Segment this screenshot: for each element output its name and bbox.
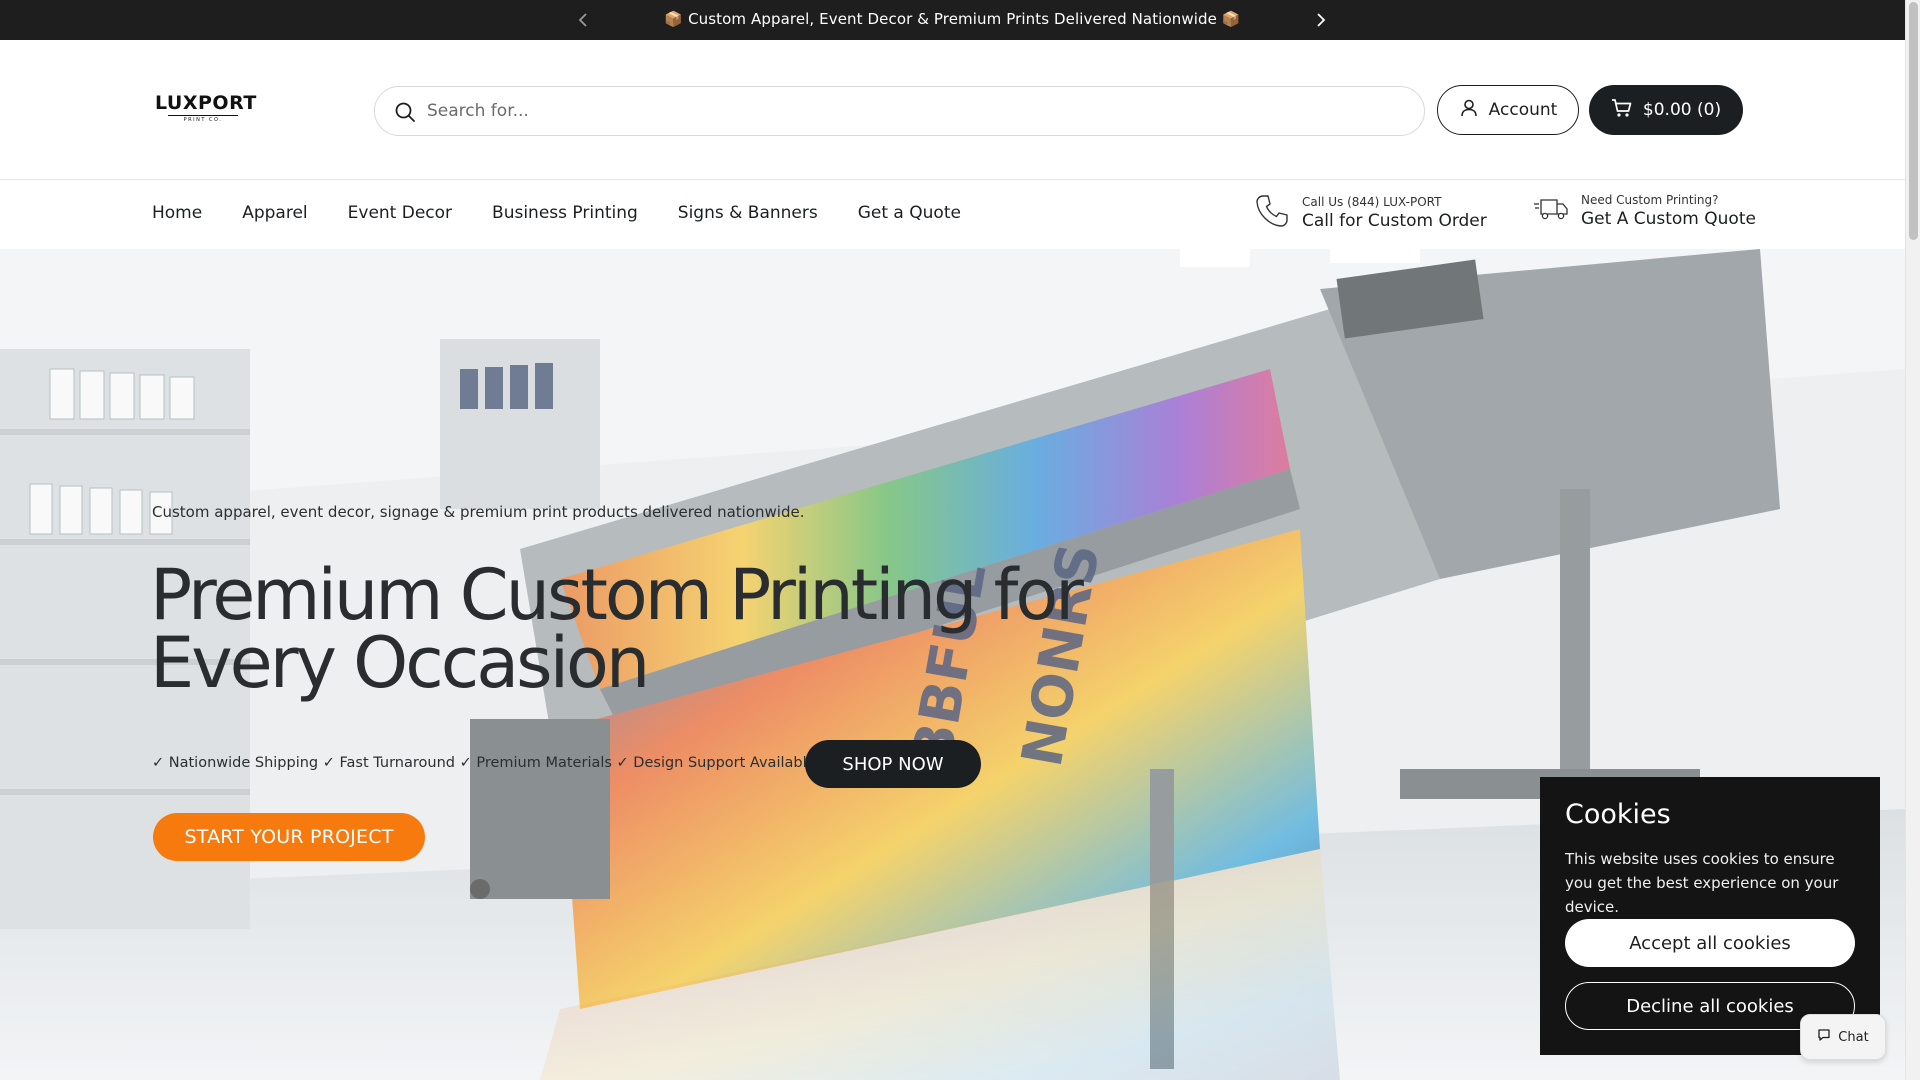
start-your-project-button[interactable]: START YOUR PROJECT bbox=[153, 813, 425, 861]
chat-button[interactable]: Chat bbox=[1800, 1014, 1886, 1060]
shop-now-button[interactable]: SHOP NOW bbox=[805, 740, 981, 788]
nav-links: Home Apparel Event Decor Business Printi… bbox=[152, 203, 1001, 223]
site-header: LUXPORT PRINT CO. Account $0.00 (0) bbox=[0, 40, 1905, 180]
hero-tagline: Custom apparel, event decor, signage & p… bbox=[152, 503, 805, 521]
delivery-truck-icon bbox=[1533, 195, 1569, 227]
announcement-text: 📦 Custom Apparel, Event Decor & Premium … bbox=[664, 10, 1241, 28]
nav-link-home[interactable]: Home bbox=[152, 203, 202, 223]
main-nav: Home Apparel Event Decor Business Printi… bbox=[0, 181, 1905, 249]
user-icon bbox=[1459, 98, 1479, 123]
phone-icon bbox=[1254, 193, 1290, 233]
scrollbar-thumb[interactable] bbox=[1909, 2, 1918, 240]
nav-link-apparel[interactable]: Apparel bbox=[242, 203, 307, 223]
nav-link-event-decor[interactable]: Event Decor bbox=[348, 203, 452, 223]
hero-features: ✓ Nationwide Shipping ✓ Fast Turnaround … bbox=[152, 755, 816, 771]
phone-number-text: Call Us (844) LUX-PORT bbox=[1302, 195, 1442, 209]
logo[interactable]: LUXPORT PRINT CO. bbox=[155, 92, 257, 123]
chat-bubble-icon bbox=[1817, 1028, 1831, 1046]
hero-title: Premium Custom Printing for Every Occasi… bbox=[150, 554, 1084, 704]
nav-link-signs-banners[interactable]: Signs & Banners bbox=[678, 203, 818, 223]
search-bar[interactable] bbox=[374, 86, 1425, 136]
page-scrollbar[interactable] bbox=[1905, 0, 1920, 1080]
cookie-title: Cookies bbox=[1565, 799, 1671, 830]
account-button[interactable]: Account bbox=[1437, 85, 1579, 135]
chat-label: Chat bbox=[1838, 1029, 1869, 1045]
nav-link-business-printing[interactable]: Business Printing bbox=[492, 203, 638, 223]
cart-total: $0.00 (0) bbox=[1642, 100, 1722, 120]
call-for-custom-order[interactable]: Call Us (844) LUX-PORT Call for Custom O… bbox=[1254, 193, 1487, 233]
logo-wordmark: LUXPORT bbox=[155, 92, 257, 114]
search-input[interactable] bbox=[427, 97, 1377, 125]
logo-subtext: PRINT CO. bbox=[168, 115, 238, 123]
account-label: Account bbox=[1488, 100, 1558, 120]
accept-cookies-button[interactable]: Accept all cookies bbox=[1565, 919, 1855, 967]
search-icon bbox=[394, 101, 416, 123]
announcement-bar: 📦 Custom Apparel, Event Decor & Premium … bbox=[0, 0, 1905, 40]
need-custom-printing-text: Need Custom Printing? bbox=[1581, 193, 1719, 207]
chevron-right-icon[interactable] bbox=[1309, 9, 1331, 31]
cookie-body: This website uses cookies to ensure you … bbox=[1565, 850, 1839, 916]
cart-button[interactable]: $0.00 (0) bbox=[1589, 85, 1743, 135]
custom-quote-link[interactable]: Need Custom Printing? Get A Custom Quote bbox=[1533, 193, 1756, 229]
call-custom-order-text: Call for Custom Order bbox=[1302, 211, 1487, 231]
nav-link-get-a-quote[interactable]: Get a Quote bbox=[858, 203, 961, 223]
get-custom-quote-text: Get A Custom Quote bbox=[1581, 209, 1756, 229]
cart-icon bbox=[1611, 98, 1633, 123]
